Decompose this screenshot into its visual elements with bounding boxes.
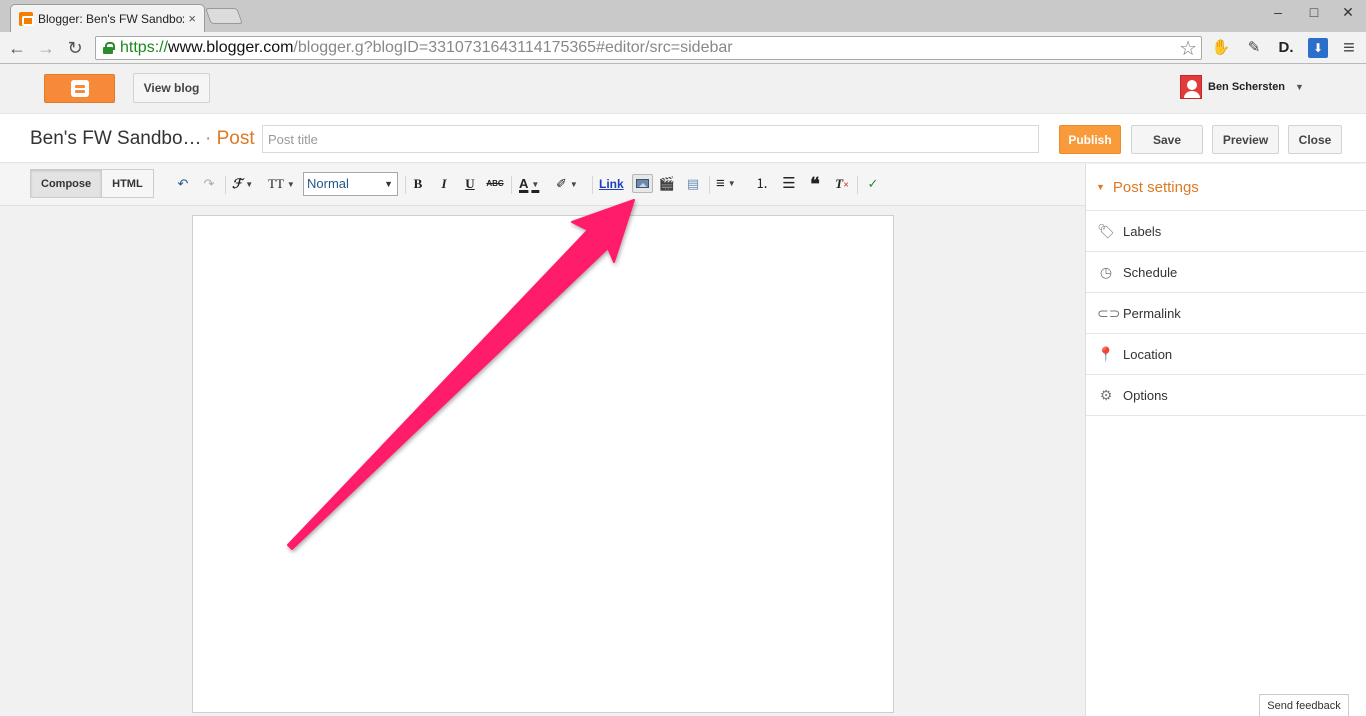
post-body-editor[interactable] <box>192 215 894 713</box>
strikethrough-button[interactable]: ABC <box>486 174 504 194</box>
post-settings-header[interactable]: ▼ Post settings <box>1086 164 1366 211</box>
format-select[interactable]: Normal ▼ <box>303 172 398 196</box>
link-icon: ⊂⊃ <box>1097 304 1121 321</box>
toolbar-separator <box>592 176 593 194</box>
collapse-triangle-icon: ▼ <box>1096 182 1105 192</box>
toolbar-separator <box>511 176 512 194</box>
tab-close-icon[interactable]: × <box>188 11 196 26</box>
user-menu[interactable]: Ben Schersten ▼ <box>1180 75 1304 99</box>
url-protocol: https:// <box>120 39 169 56</box>
editor-mode-tabs: Compose HTML <box>30 169 154 198</box>
quote-icon[interactable]: ❝ <box>806 174 824 194</box>
save-button[interactable]: Save <box>1131 125 1203 154</box>
editor-area <box>0 206 1085 716</box>
sidebar-item-label: Options <box>1123 387 1168 403</box>
toolbar-separator <box>225 176 226 194</box>
sidebar-item-label: Labels <box>1123 223 1162 239</box>
bullet-list-icon[interactable]: ☰ <box>780 174 798 194</box>
send-feedback-button[interactable]: Send feedback <box>1259 694 1349 716</box>
user-name: Ben Schersten <box>1208 81 1286 93</box>
post-settings-sidebar: ▼ Post settings 🏷 Labels ◷ Schedule ⊂⊃ P… <box>1085 164 1366 716</box>
image-icon <box>636 179 649 188</box>
blog-name: Ben's FW Sandbo… <box>30 128 202 149</box>
post-settings-title: Post settings <box>1112 178 1199 196</box>
sidebar-item-options[interactable]: ⚙ Options <box>1086 375 1366 416</box>
post-label: · Post <box>205 128 255 149</box>
maximize-icon[interactable]: □ <box>1299 4 1329 20</box>
align-icon[interactable]: ≡ ▼ <box>716 174 736 194</box>
italic-button[interactable]: I <box>435 174 453 194</box>
tab-compose[interactable]: Compose <box>30 169 103 198</box>
window-close-icon[interactable]: ✕ <box>1333 4 1363 21</box>
sidebar-item-permalink[interactable]: ⊂⊃ Permalink <box>1086 293 1366 334</box>
blogger-favicon-icon <box>19 11 34 26</box>
chevron-down-icon: ▼ <box>1295 82 1304 92</box>
avatar <box>1180 75 1202 99</box>
sidebar-item-labels[interactable]: 🏷 Labels <box>1086 211 1366 252</box>
video-icon[interactable]: 🎬 <box>658 174 676 194</box>
bookmark-star-icon[interactable]: ☆ <box>1179 36 1197 61</box>
browser-tab[interactable]: Blogger: Ben's FW Sandbox × <box>10 4 205 32</box>
sidebar-item-schedule[interactable]: ◷ Schedule <box>1086 252 1366 293</box>
view-blog-button[interactable]: View blog <box>133 73 210 103</box>
close-button[interactable]: Close <box>1288 125 1342 154</box>
font-size-icon[interactable]: TT ▼ <box>268 174 295 194</box>
evernote-extension-icon[interactable]: ✋ <box>1211 38 1231 58</box>
remove-formatting-icon[interactable]: T× <box>833 174 851 194</box>
bold-button[interactable]: B <box>409 174 427 194</box>
lock-icon <box>102 42 115 54</box>
chevron-down-icon: ▼ <box>384 179 393 189</box>
toolbar-separator <box>857 176 858 194</box>
gear-icon: ⚙ <box>1099 386 1113 403</box>
tag-icon: 🏷 <box>1097 222 1115 239</box>
browser-tabstrip: Blogger: Ben's FW Sandbox × – □ ✕ <box>0 0 1366 32</box>
tool-extension-icon[interactable]: ✎ <box>1244 38 1264 58</box>
blogger-logo-button[interactable] <box>44 74 115 103</box>
forward-icon[interactable]: → <box>35 37 57 59</box>
url-host: www.blogger.com <box>168 39 294 56</box>
link-button[interactable]: Link <box>599 174 624 194</box>
highlight-color-icon[interactable]: ✐ ▼ <box>556 174 578 194</box>
toolbar-separator <box>405 176 406 194</box>
numbered-list-icon[interactable]: ⒈ <box>753 174 771 194</box>
menu-icon[interactable]: ≡ <box>1339 38 1359 58</box>
blogger-header: View blog Ben Schersten ▼ <box>0 65 1366 113</box>
sidebar-item-location[interactable]: 📍 Location <box>1086 334 1366 375</box>
post-title-input[interactable] <box>262 125 1039 153</box>
url-path: /blogger.g?blogID=3310731643114175365#ed… <box>293 39 733 56</box>
browser-toolbar: ← → ↻ https://www.blogger.com/blogger.g?… <box>0 32 1366 64</box>
location-pin-icon: 📍 <box>1097 345 1115 362</box>
download-extension-icon[interactable]: ⬇ <box>1308 38 1328 58</box>
sidebar-item-label: Schedule <box>1123 264 1178 280</box>
insert-image-button[interactable] <box>632 174 653 193</box>
sidebar-item-label: Location <box>1123 346 1173 362</box>
format-select-value: Normal <box>307 176 349 191</box>
minimize-icon[interactable]: – <box>1263 4 1293 20</box>
jump-break-icon[interactable]: ▤ <box>684 174 702 194</box>
d-extension-icon[interactable]: D. <box>1276 38 1296 58</box>
underline-button[interactable]: U <box>461 174 479 194</box>
toolbar-separator <box>709 176 710 194</box>
sidebar-item-label: Permalink <box>1123 305 1181 321</box>
reload-icon[interactable]: ↻ <box>64 37 86 59</box>
preview-button[interactable]: Preview <box>1212 125 1279 154</box>
clock-icon: ◷ <box>1099 263 1113 280</box>
new-tab-button[interactable] <box>205 8 243 24</box>
blogger-logo-icon <box>71 80 89 97</box>
publish-button[interactable]: Publish <box>1059 125 1121 154</box>
redo-icon[interactable]: ↷ <box>200 174 218 194</box>
editor-toolbar: Compose HTML ↶ ↷ ℱ ▼ TT ▼ Normal ▼ B I U A… <box>0 164 1085 206</box>
font-family-icon[interactable]: ℱ ▼ <box>232 174 253 194</box>
tab-html[interactable]: HTML <box>102 169 154 198</box>
text-color-icon[interactable]: A ▼ <box>519 174 539 194</box>
address-bar[interactable]: https://www.blogger.com/blogger.g?blogID… <box>95 36 1202 60</box>
post-title-bar: Ben's FW Sandbo… · Post Publish Save Pre… <box>0 113 1366 163</box>
back-icon[interactable]: ← <box>6 37 28 59</box>
undo-icon[interactable]: ↶ <box>174 174 192 194</box>
tab-title: Blogger: Ben's FW Sandbox <box>38 11 185 26</box>
spellcheck-icon[interactable]: ✓ <box>864 174 882 194</box>
